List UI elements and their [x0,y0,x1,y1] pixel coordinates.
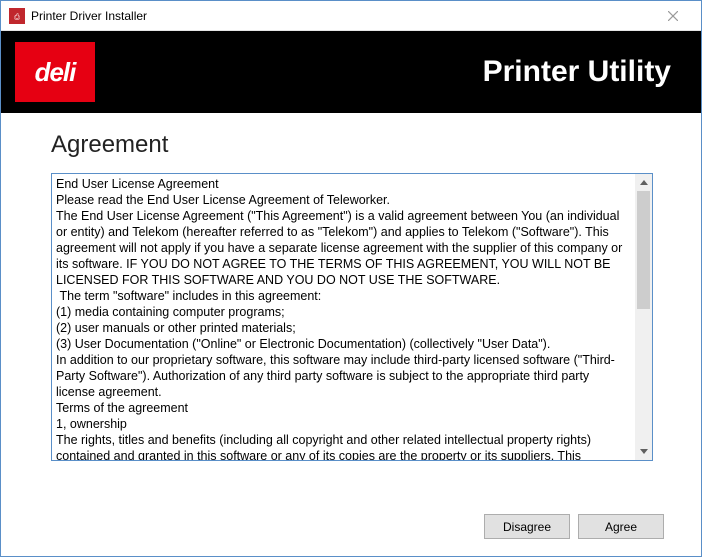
footer-buttons: Disagree Agree [484,514,664,539]
license-text[interactable]: End User License Agreement Please read t… [52,174,635,460]
agreement-heading: Agreement [51,131,651,159]
window-title: Printer Driver Installer [31,9,653,23]
close-button[interactable] [653,2,693,30]
scroll-track[interactable] [635,191,652,443]
scroll-up-button[interactable] [635,174,652,191]
license-box: End User License Agreement Please read t… [51,173,653,461]
product-title: Printer Utility [483,55,671,89]
header-banner: deli Printer Utility [1,31,701,113]
agree-button[interactable]: Agree [578,514,664,539]
svg-text:⎙: ⎙ [14,14,20,21]
scrollbar[interactable] [635,174,652,460]
titlebar: ⎙ Printer Driver Installer [1,1,701,31]
disagree-button[interactable]: Disagree [484,514,570,539]
brand-logo-text: deli [35,57,76,88]
scroll-down-button[interactable] [635,443,652,460]
scroll-thumb[interactable] [637,191,650,309]
app-icon: ⎙ [9,8,25,24]
content-area: Agreement End User License Agreement Ple… [1,113,701,471]
brand-logo: deli [15,42,95,102]
